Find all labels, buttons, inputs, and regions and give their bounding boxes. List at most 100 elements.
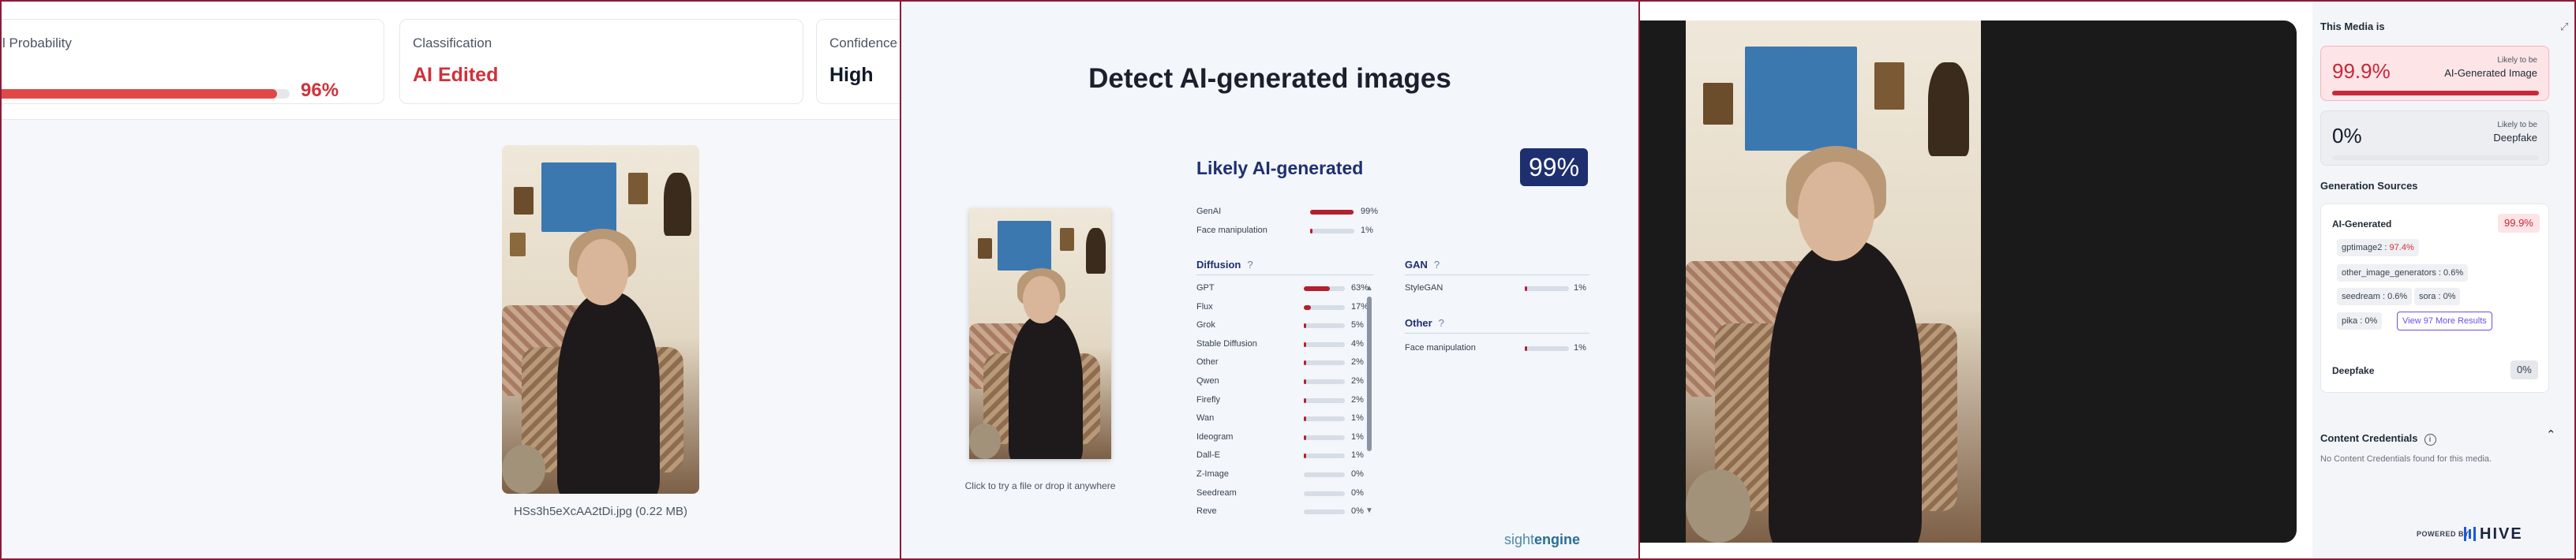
detector-name: GPT	[1196, 283, 1215, 293]
scroll-up-icon[interactable]: ▲	[1365, 284, 1373, 293]
photo-portrait-woman	[969, 208, 1111, 459]
photo-portrait-woman	[502, 145, 699, 494]
detector-row: StyleGAN 1%	[1405, 283, 1605, 294]
detector-bar-fill	[1304, 379, 1306, 384]
chevron-up-icon[interactable]: ⌃	[2546, 427, 2556, 442]
powered-by-label: POWERED BY	[2417, 530, 2469, 538]
detector-bar-fill	[1304, 416, 1306, 422]
detector-bar	[1304, 472, 1345, 477]
photo-portrait-woman	[1686, 21, 1981, 543]
detector-bar	[1304, 342, 1345, 347]
detector-bar-fill	[1304, 304, 1311, 310]
uploaded-image-large[interactable]	[1686, 21, 1981, 543]
detector-row: Seedream 0%	[1196, 488, 1383, 499]
other-heading: Other?	[1405, 317, 1444, 329]
classification-label: Classification	[413, 35, 492, 50]
detector-row: Firefly 2%	[1196, 395, 1383, 406]
detector-name: Ideogram	[1196, 431, 1234, 442]
detector-bar	[1304, 323, 1345, 329]
detector-percent: 1%	[1351, 413, 1364, 424]
scrollbar[interactable]	[1367, 297, 1372, 451]
source-chip-pika: pika : 0%	[2337, 312, 2383, 330]
hive-panel: This Media is ⤢ 99.9% Likely to be AI-Ge…	[1640, 0, 2576, 560]
score-badge: 99%	[1520, 148, 1588, 186]
detector-bar	[1310, 229, 1354, 233]
detector-name: Face manipulation	[1196, 226, 1267, 235]
detector-bar-fill	[1304, 323, 1306, 329]
hive-logo-icon	[2464, 527, 2477, 541]
sources-title: Generation Sources	[2320, 180, 2418, 192]
upload-hint[interactable]: Click to try a file or drop it anywhere	[938, 480, 1143, 491]
hive-logo: HIVE	[2480, 525, 2523, 543]
detector-row: Flux 17%	[1196, 302, 1383, 313]
gan-heading: GAN?	[1405, 259, 1440, 271]
detector-bar	[1304, 379, 1345, 384]
detector-percent: 2%	[1351, 357, 1364, 368]
detector-row: Wan 1%	[1196, 413, 1383, 424]
detector-percent: 1%	[1351, 450, 1364, 461]
detector-bar-fill	[1304, 286, 1330, 291]
ai-generated-card: 99.9% Likely to be AI-Generated Image	[2320, 46, 2549, 101]
divider	[1405, 333, 1589, 334]
detector-bar-fill	[1525, 346, 1527, 351]
detector-bar	[1304, 286, 1345, 291]
detector-bar-fill	[1304, 454, 1306, 459]
detector-bar	[1304, 304, 1345, 310]
detector-row: Qwen 2%	[1196, 376, 1383, 387]
help-icon[interactable]: ?	[1439, 317, 1444, 329]
detector-name: Reve	[1196, 506, 1217, 517]
detector-name: Face manipulation	[1405, 343, 1476, 353]
detector-percent: 1%	[1574, 343, 1586, 353]
detector-bar	[1304, 491, 1345, 496]
deepfake-card-label: Deepfake	[2493, 132, 2537, 144]
deepfake-card: 0% Likely to be Deepfake	[2320, 110, 2549, 166]
detector-bar	[1304, 454, 1345, 459]
detector-name: Other	[1196, 357, 1219, 368]
result-panel-left: l Probability 96% Classification AI Edit…	[0, 0, 900, 560]
detector-bar	[1304, 435, 1345, 440]
classification-value: AI Edited	[413, 64, 499, 86]
detector-name: Z-Image	[1196, 469, 1229, 479]
detector-bar	[1525, 286, 1569, 291]
expand-icon[interactable]: ⤢	[2560, 21, 2568, 33]
results-sidebar: This Media is ⤢ 99.9% Likely to be AI-Ge…	[2312, 2, 2574, 558]
uploaded-image-thumbnail[interactable]	[969, 208, 1111, 459]
classification-card: Classification AI Edited	[399, 19, 803, 104]
sightengine-logo: sightengine	[1504, 532, 1581, 547]
detector-name: Dall-E	[1196, 450, 1220, 461]
detector-row: Z-Image 0%	[1196, 469, 1383, 480]
detector-percent: 99%	[1361, 207, 1379, 216]
confidence-label: Confidence	[829, 35, 898, 50]
media-title: This Media is	[2320, 21, 2385, 32]
source-chip-sora: sora : 0%	[2414, 288, 2461, 305]
deepfake-card-caption: Likely to be	[2497, 121, 2537, 129]
help-icon[interactable]: ?	[1434, 259, 1440, 271]
view-more-results-button[interactable]: View 97 More Results	[2397, 312, 2492, 330]
detector-percent: 5%	[1351, 320, 1364, 330]
divider	[1405, 274, 1589, 275]
detector-bar	[1304, 510, 1345, 515]
detector-bar	[1304, 360, 1345, 366]
scroll-down-icon[interactable]: ▼	[1365, 506, 1373, 515]
verdict-heading: Likely AI-generated	[1196, 158, 1364, 178]
detector-row: GPT 63%	[1196, 283, 1383, 294]
detector-percent: 4%	[1351, 338, 1364, 349]
detector-name: Grok	[1196, 320, 1215, 330]
detector-percent: 1%	[1351, 431, 1364, 442]
confidence-value: High	[829, 64, 874, 86]
diffusion-heading: Diffusion?	[1196, 259, 1253, 271]
deepfake-label: Deepfake	[2332, 365, 2375, 376]
source-chip-other: other_image_generators : 0.6%	[2337, 264, 2469, 282]
uploaded-image[interactable]	[502, 145, 699, 494]
probability-bar-fill	[2, 89, 277, 99]
detector-row: GenAI 99%	[1196, 207, 1392, 218]
source-chip-gptimage2: gptimage2 : 97.4%	[2337, 239, 2419, 256]
info-icon[interactable]: i	[2424, 434, 2436, 446]
media-viewer	[1640, 21, 2297, 543]
detector-row: Reve 0%	[1196, 506, 1383, 517]
ai-card-label: AI-Generated Image	[2444, 67, 2537, 79]
detector-name: Firefly	[1196, 394, 1220, 405]
detector-row: Face manipulation 1%	[1405, 343, 1605, 354]
help-icon[interactable]: ?	[1247, 259, 1252, 271]
detector-bar-fill	[1310, 229, 1312, 233]
